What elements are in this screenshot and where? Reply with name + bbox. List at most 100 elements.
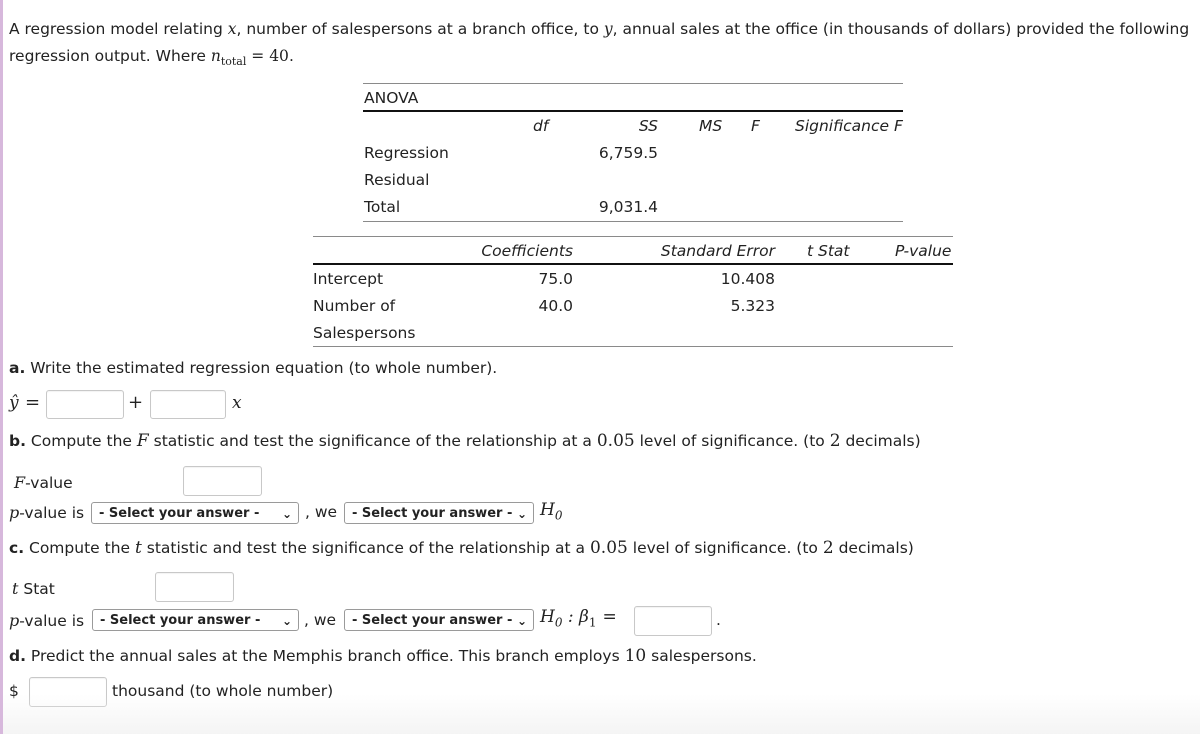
f-pvalue-select[interactable]: - Select your answer - ⌄ xyxy=(91,502,299,524)
intro-end: . xyxy=(288,47,294,65)
t-decision-select[interactable]: - Select your answer - ⌄ xyxy=(344,609,534,631)
coef-row-se: 5.323 xyxy=(730,297,775,315)
x-symbol: x xyxy=(232,393,242,413)
alpha-value: 0.05 xyxy=(589,538,628,558)
h-subscript: 0 xyxy=(554,508,563,523)
t-pvalue-select[interactable]: - Select your answer - ⌄ xyxy=(92,609,299,631)
part-d-letter: d. xyxy=(9,647,26,665)
f-symbol: F xyxy=(136,431,149,451)
anova-row-label: Residual xyxy=(364,171,430,189)
coef-row-coef: 75.0 xyxy=(538,270,573,288)
part-c-text: Compute the xyxy=(24,539,135,557)
beta-symbol: β xyxy=(579,607,589,627)
intro-text: A regression model relating xyxy=(9,20,228,38)
coef-row-se: 10.408 xyxy=(720,270,775,288)
anova-row-ss: 6,759.5 xyxy=(598,144,658,162)
p-label-text: -value is xyxy=(19,612,85,630)
intro-text-2: , number of salespersons at a branch off… xyxy=(236,20,604,38)
part-c-text-2: statistic and test the significance of t… xyxy=(141,539,590,557)
alpha-value: 0.05 xyxy=(596,431,635,451)
part-a-prompt: a. Write the estimated regression equati… xyxy=(9,359,497,377)
coef-top-rule xyxy=(313,236,953,237)
select-value: - Select your answer - xyxy=(352,613,513,628)
anova-top-rule xyxy=(363,83,903,84)
coef-header-coefficients: Coefficients xyxy=(481,242,573,260)
select-value: - Select your answer - xyxy=(352,506,513,521)
we-text: , we xyxy=(304,611,337,629)
anova-row-ss: 9,031.4 xyxy=(598,198,658,216)
equals-sign: = xyxy=(602,607,617,627)
slope-input[interactable] xyxy=(150,390,226,419)
coef-row-label-cont: Salespersons xyxy=(313,324,416,342)
we-text: , we xyxy=(305,503,338,521)
p-symbol: p xyxy=(9,503,20,522)
anova-header-rule xyxy=(363,110,903,112)
anova-bottom-rule xyxy=(363,221,903,222)
p-value-label: p-value is xyxy=(9,503,84,522)
decimals-value: 2 xyxy=(829,431,841,451)
f-value-input[interactable] xyxy=(183,466,262,496)
select-value: - Select your answer - xyxy=(99,506,260,521)
plus-sign: + xyxy=(128,392,144,413)
chevron-down-icon: ⌄ xyxy=(516,614,527,628)
t-stat-input[interactable] xyxy=(155,572,234,602)
chevron-down-icon: ⌄ xyxy=(516,507,527,521)
f-decision-select[interactable]: - Select your answer - ⌄ xyxy=(344,502,534,524)
part-a-text: Write the estimated regression equation … xyxy=(25,359,498,377)
part-b-letter: b. xyxy=(9,432,26,450)
coef-header-pvalue: P-value xyxy=(895,242,952,260)
anova-title: ANOVA xyxy=(364,89,419,107)
bottom-fade xyxy=(3,694,1200,734)
h-symbol: H xyxy=(540,607,555,627)
salespersons-count: 10 xyxy=(624,646,647,666)
n-subscript: total xyxy=(220,55,247,69)
f-value-label: F-value xyxy=(14,473,73,492)
t-label-text: Stat xyxy=(18,580,55,598)
part-b-text-3: level of significance. (to xyxy=(634,432,830,450)
p-symbol: p xyxy=(9,611,20,630)
left-accent-bar xyxy=(0,0,3,734)
h0-beta-expression: H0 : β1 = xyxy=(540,607,617,629)
part-b-prompt: b. Compute the F statistic and test the … xyxy=(9,431,921,451)
part-a-letter: a. xyxy=(9,359,26,377)
part-b-text-4: decimals) xyxy=(840,432,921,450)
part-c-prompt: c. Compute the t statistic and test the … xyxy=(9,538,914,558)
anova-header-ss: SS xyxy=(638,117,658,135)
coef-row-label: Intercept xyxy=(313,270,384,288)
p-value-label: p-value is xyxy=(9,611,84,630)
chevron-down-icon: ⌄ xyxy=(281,614,292,628)
beta-value-input[interactable] xyxy=(634,606,712,636)
part-d-text-2: salespersons. xyxy=(646,647,757,665)
intercept-input[interactable] xyxy=(46,390,124,419)
anova-row-label: Regression xyxy=(364,144,449,162)
coef-header-se: Standard Error xyxy=(660,242,775,260)
anova-header-ms: MS xyxy=(699,117,723,135)
anova-header-df: df xyxy=(533,117,549,135)
f-label-text: -value xyxy=(25,474,73,492)
coef-row-coef: 40.0 xyxy=(538,297,573,315)
coef-row-label: Number of xyxy=(313,297,396,315)
p-label-text: -value is xyxy=(19,504,85,522)
anova-header-sigf: Significance F xyxy=(795,117,903,135)
h-symbol: H xyxy=(540,500,555,520)
part-d-text: Predict the annual sales at the Memphis … xyxy=(25,647,625,665)
anova-header-f: F xyxy=(751,117,760,135)
part-c-text-3: level of significance. (to xyxy=(627,539,823,557)
decimals-value: 2 xyxy=(822,538,834,558)
t-stat-label: t Stat xyxy=(12,579,55,598)
coef-header-rule xyxy=(313,263,953,265)
colon: : xyxy=(562,607,580,627)
coef-header-tstat: t Stat xyxy=(807,242,850,260)
part-c-letter: c. xyxy=(9,539,25,557)
f-label-symbol: F xyxy=(14,473,26,492)
coef-bottom-rule xyxy=(313,346,953,347)
part-b-text: Compute the xyxy=(25,432,137,450)
select-value: - Select your answer - xyxy=(100,613,261,628)
n-symbol: n xyxy=(210,47,221,65)
h0-symbol: H0 xyxy=(540,500,562,522)
yhat-symbol: ŷ xyxy=(9,393,19,413)
part-c-text-4: decimals) xyxy=(833,539,914,557)
part-b-text-2: statistic and test the significance of t… xyxy=(148,432,597,450)
anova-row-label: Total xyxy=(364,198,401,216)
chevron-down-icon: ⌄ xyxy=(281,507,292,521)
